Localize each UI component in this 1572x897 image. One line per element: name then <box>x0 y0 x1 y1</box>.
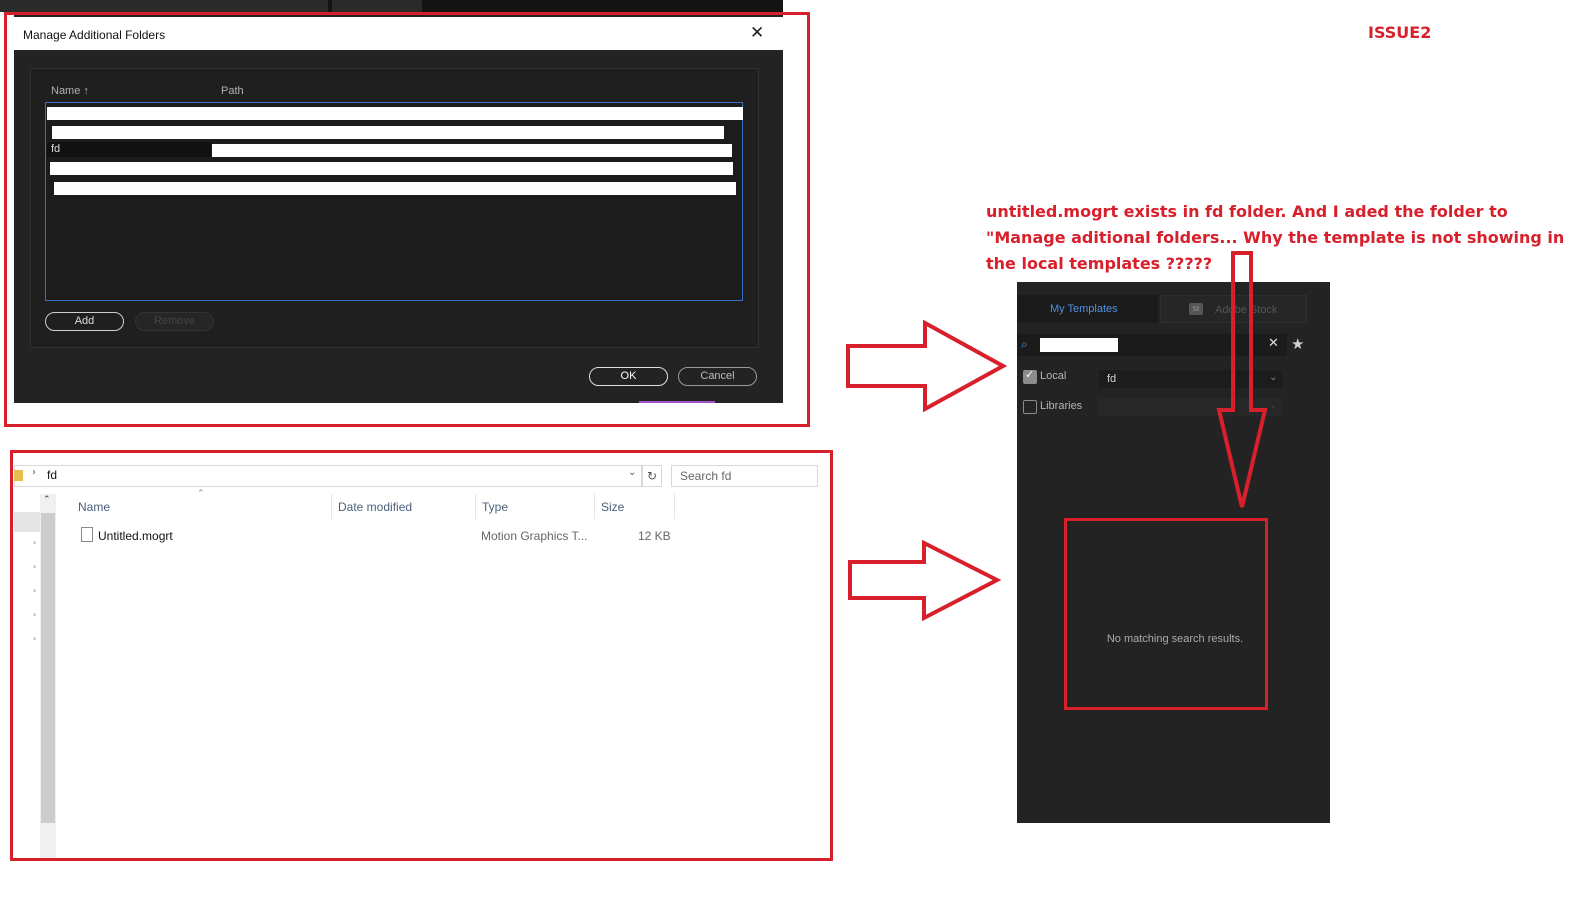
arrow-down-icon <box>1216 251 1268 508</box>
issue-label: ISSUE2 <box>1368 23 1432 42</box>
background-app-strip <box>0 0 783 12</box>
highlight-box-dialog <box>4 12 810 427</box>
arrow-right-icon <box>848 540 1002 622</box>
search-icon: ⌕ <box>1021 337 1028 351</box>
background-panel <box>0 0 328 12</box>
libraries-label: Libraries <box>1040 400 1083 412</box>
star-icon[interactable]: ★ <box>1291 335 1304 353</box>
highlight-box-results <box>1064 518 1268 710</box>
redacted-search-value[interactable] <box>1040 338 1118 352</box>
libraries-checkbox[interactable] <box>1023 400 1037 414</box>
annotation-line-1: untitled.mogrt exists in fd folder. And … <box>986 202 1508 221</box>
annotation-line-2: "Manage aditional folders... Why the tem… <box>986 228 1565 247</box>
highlight-box-explorer <box>10 450 833 861</box>
annotation-line-3: the local templates ????? <box>986 254 1213 273</box>
background-panel <box>332 0 422 12</box>
local-folder-value: fd <box>1107 373 1117 385</box>
tab-my-templates[interactable]: My Templates <box>1017 295 1158 323</box>
local-checkbox[interactable] <box>1023 368 1037 384</box>
local-label: Local <box>1040 370 1067 382</box>
arrow-right-icon <box>846 320 1007 412</box>
tab-my-templates-label: My Templates <box>1050 303 1118 315</box>
adobe-stock-icon: St <box>1189 303 1203 315</box>
